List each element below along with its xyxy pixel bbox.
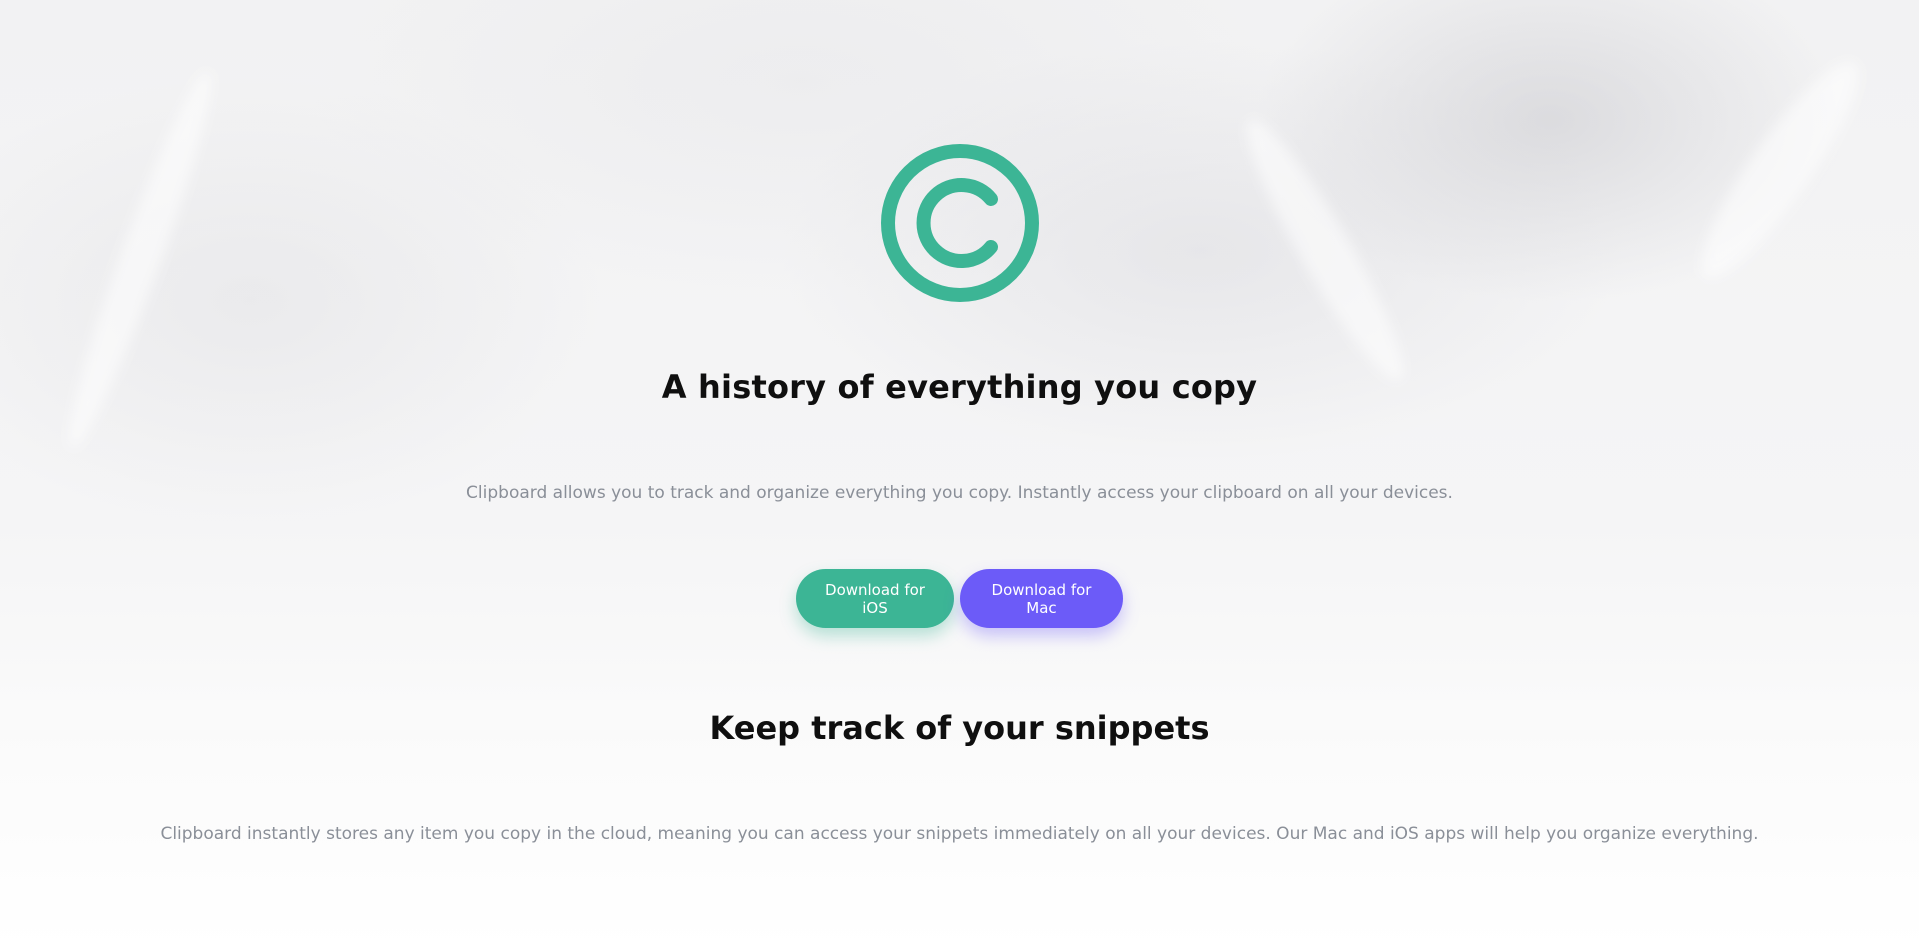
copyright-c-logo-icon <box>881 144 1039 302</box>
hero-subtitle: Clipboard allows you to track and organi… <box>466 483 1453 503</box>
hero-title: A history of everything you copy <box>661 368 1258 406</box>
snippets-section-text: Clipboard instantly stores any item you … <box>160 824 1759 844</box>
download-ios-button[interactable]: Download for iOS <box>796 569 954 628</box>
download-mac-button[interactable]: Download for Mac <box>960 569 1123 628</box>
snippets-section-title: Keep track of your snippets <box>709 709 1210 747</box>
page-content: A history of everything you copy Clipboa… <box>0 0 1919 952</box>
download-buttons: Download for iOS Download for Mac <box>0 569 1919 628</box>
